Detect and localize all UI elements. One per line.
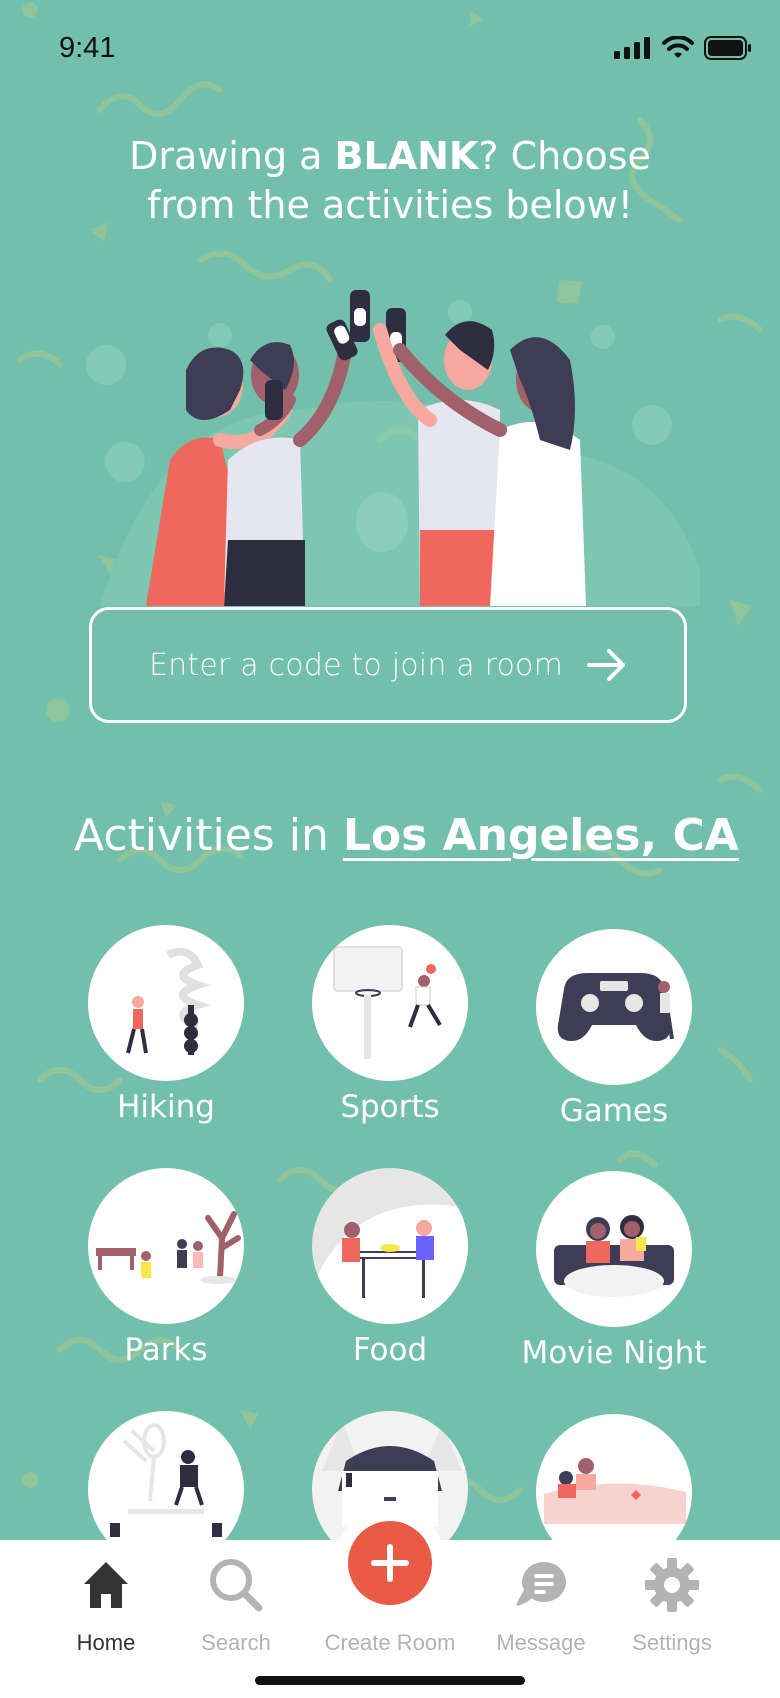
tab-home[interactable]: Home: [31, 1540, 181, 1660]
activity-label: Movie Night: [521, 1335, 707, 1371]
basketball-illustration: [312, 925, 468, 1081]
tab-label: Settings: [632, 1630, 712, 1655]
activity-movie-night[interactable]: Movie Night: [502, 1171, 726, 1371]
join-room-input[interactable]: Enter a code to join a room: [89, 607, 687, 723]
activity-label: Food: [352, 1332, 428, 1368]
tab-settings[interactable]: Settings: [597, 1540, 747, 1660]
gear-icon: [645, 1558, 699, 1612]
tab-label: Create Room: [324, 1630, 456, 1655]
status-time: 9:41: [59, 32, 116, 64]
activity-label: Games: [559, 1093, 669, 1129]
activity-label: Hiking: [117, 1089, 215, 1125]
tab-message[interactable]: Message: [466, 1540, 616, 1660]
tab-search[interactable]: Search: [161, 1540, 311, 1660]
hiking-illustration: [88, 925, 244, 1081]
activities-heading: Activities in Los Angeles, CA: [74, 810, 739, 861]
activity-sports[interactable]: Sports: [278, 925, 502, 1125]
location-link[interactable]: Los Angeles, CA: [343, 810, 739, 861]
headline-pre: Drawing a: [129, 134, 335, 178]
activity-label: Sports: [340, 1089, 440, 1125]
gamepad-illustration: [536, 929, 692, 1085]
headline: Drawing a BLANK? Choose from the activit…: [80, 132, 700, 230]
status-bar: 9:41: [0, 0, 780, 100]
create-room-button[interactable]: [348, 1521, 432, 1605]
activity-parks[interactable]: Parks: [54, 1168, 278, 1368]
tab-label: Message: [496, 1630, 586, 1655]
arrow-right-icon[interactable]: [585, 643, 629, 687]
home-indicator: [255, 1676, 525, 1685]
home-icon: [84, 1562, 128, 1608]
activity-hiking[interactable]: Hiking: [54, 925, 278, 1125]
friends-toasting-illustration: [100, 290, 700, 606]
activities-heading-prefix: Activities in: [74, 810, 343, 861]
cellular-signal-icon: [614, 37, 650, 59]
dining-illustration: [312, 1168, 468, 1324]
plus-icon: [371, 1544, 409, 1582]
activity-games[interactable]: Games: [502, 929, 726, 1129]
message-icon: [516, 1562, 566, 1606]
tab-label: Search: [201, 1630, 271, 1655]
park-illustration: [88, 1168, 244, 1324]
join-room-placeholder: Enter a code to join a room: [149, 647, 564, 683]
activity-food[interactable]: Food: [278, 1168, 502, 1368]
search-icon: [210, 1559, 263, 1612]
battery-icon: [704, 36, 751, 60]
activity-label: Parks: [124, 1332, 208, 1368]
tab-label: Home: [76, 1630, 136, 1655]
home-screen: 9:41 Drawing a BLANK? Choose from the ac…: [0, 0, 780, 1698]
headline-bold: BLANK: [334, 134, 479, 178]
status-icons: [614, 36, 752, 60]
movie-night-illustration: [536, 1171, 692, 1327]
wifi-icon: [662, 36, 694, 58]
